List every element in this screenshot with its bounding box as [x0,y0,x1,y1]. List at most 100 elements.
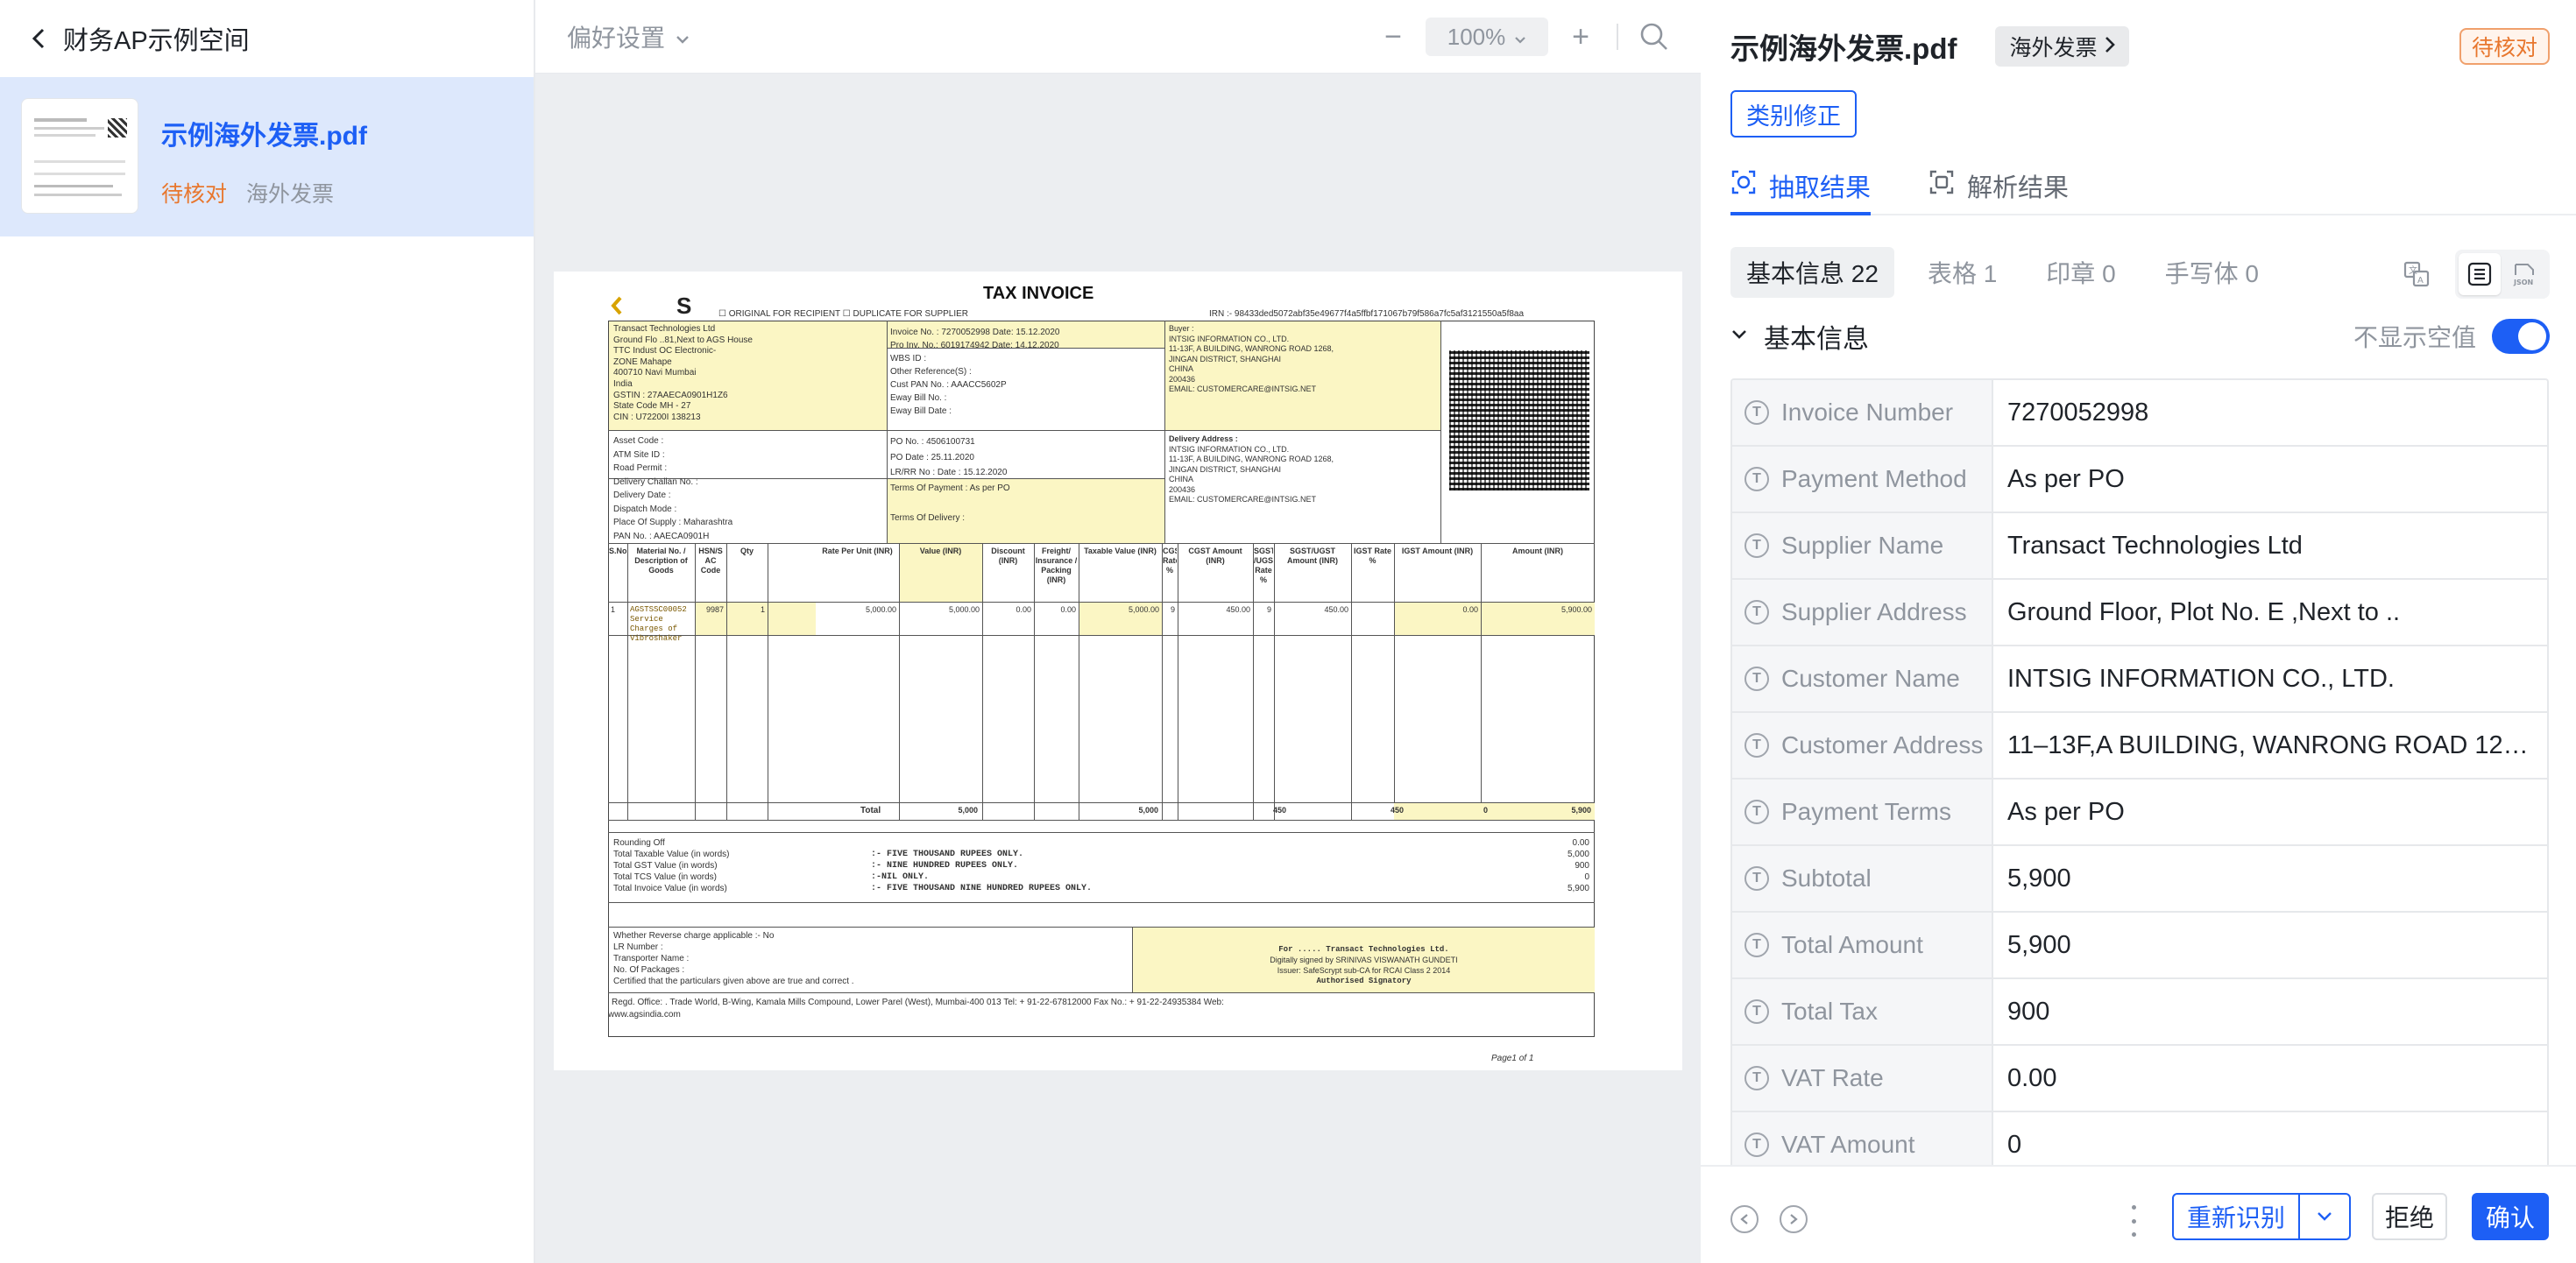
field-value-text[interactable]: 5,900 [2007,864,2071,893]
field-key-label: Supplier Address [1781,598,1967,625]
field-row[interactable]: T Customer Address 11–13F,A BUILDING, WANR… [1732,713,2547,780]
field-key-label: Payment Terms [1781,798,1951,825]
document-type-tag[interactable]: 海外发票 [1995,26,2129,67]
tab-parsing[interactable]: 解析结果 [1928,158,2069,214]
transport-block: Whether Reverse charge applicable :- No L… [613,931,854,986]
copy-options: ☐ ORIGINAL FOR RECIPIENT ☐ DUPLICATE FOR… [718,309,969,319]
chevron-left-icon[interactable] [28,28,49,49]
field-value[interactable]: 900 [1993,979,2547,1044]
field-value[interactable]: 11–13F,A BUILDING, WANRONG ROAD 1268,JIN… [1993,713,2547,778]
table-header-cell: CGST Rate % [1163,547,1177,575]
table-header-cell: Rate Per Unit (INR) [822,547,893,555]
field-value-text[interactable]: 900 [2007,998,2049,1027]
subtab-handwriting[interactable]: 手写体 0 [2149,247,2275,298]
next-icon[interactable] [1780,1205,1808,1233]
re-recognize-label[interactable]: 重新识别 [2174,1199,2298,1234]
preferences-dropdown[interactable]: 偏好设置 [567,19,690,54]
table-header-cell: Taxable Value (INR) [1084,547,1157,555]
tab-extraction[interactable]: 抽取结果 [1730,158,1872,215]
search-icon[interactable] [1639,22,1669,52]
field-value[interactable]: 0 [1993,1112,2547,1167]
field-value[interactable]: 0.00 [1993,1046,2547,1111]
field-value-text[interactable]: 5,900 [2007,931,2071,960]
tab-parsing-label[interactable]: 解析结果 [1967,167,2069,204]
delivery-block: Delivery Address : INTSIG INFORMATION CO.… [1169,434,1334,504]
parsing-icon [1928,169,1955,202]
tab-extraction-label[interactable]: 抽取结果 [1769,167,1871,204]
field-value[interactable]: As per PO [1993,447,2547,512]
workspace-name[interactable]: 财务AP示例空间 [63,20,250,57]
table-cell: 9 [1266,605,1271,614]
confirm-button[interactable]: 确认 [2472,1193,2549,1240]
list-view-icon[interactable] [2459,253,2501,295]
table-header-cell: IGST Amount (INR) [1401,547,1474,555]
field-row[interactable]: T VAT Rate 0.00 [1732,1046,2547,1112]
more-icon[interactable] [2128,1205,2139,1237]
zoom-out-button[interactable]: − [1378,22,1408,52]
field-row[interactable]: T Customer Name INTSIG INFORMATION CO., LT… [1732,646,2547,713]
zoom-in-button[interactable]: + [1566,22,1596,52]
summary-label: Total TCS Value (in words) [613,872,718,882]
document-type-label[interactable]: 海外发票 [2009,31,2097,62]
field-value[interactable]: Ground Floor, Plot No. E ,Next to .. [1993,580,2547,645]
text-type-icon: T [1744,667,1769,691]
table-cell: 9 [1170,605,1175,614]
field-value-text[interactable]: 0.00 [2007,1064,2056,1093]
subtab-basic-info[interactable]: 基本信息 22 [1730,247,1894,298]
field-value-text[interactable]: 11–13F,A BUILDING, WANRONG ROAD 1268,JIN… [2007,731,2533,760]
chevron-right-icon [2105,34,2115,60]
supplier-block: Transact Technologies Ltd Ground Flo ..81… [613,324,753,422]
subtab-stamps[interactable]: 印章 0 [2030,247,2131,298]
category-fix-button[interactable]: 类别修正 [1730,90,1857,138]
summary-value: 0.00 [1572,838,1589,848]
prev-icon[interactable] [1730,1205,1759,1233]
field-row[interactable]: T Subtotal 5,900 [1732,846,2547,913]
field-value-text[interactable]: As per PO [2007,798,2125,827]
chevron-down-icon[interactable] [2298,1195,2349,1238]
file-name[interactable]: 示例海外发票.pdf [161,114,367,152]
table-cell: 9987 [705,605,724,614]
basic-info-section-header[interactable]: 基本信息 不显示空值 [1730,315,2550,357]
json-view-icon[interactable]: JSON [2504,253,2546,295]
subtab-tables[interactable]: 表格 1 [1912,247,2013,298]
file-list-item[interactable]: 示例海外发票.pdf 待核对 海外发票 [0,77,534,236]
field-value[interactable]: Transact Technologies Ltd [1993,513,2547,578]
table-header-cell: CGST Amount (INR) [1188,547,1242,565]
field-value-text[interactable]: Ground Floor, Plot No. E ,Next to .. [2007,598,2400,627]
invoice-info-block: Invoice No. : 7270052998 Date: 15.12.202… [890,328,1060,416]
field-row[interactable]: T Invoice Number 7270052998 [1732,380,2547,447]
preferences-label[interactable]: 偏好设置 [567,19,665,54]
field-row[interactable]: T VAT Amount 0 [1732,1112,2547,1167]
field-row[interactable]: T Payment Terms As per PO [1732,780,2547,846]
zoom-select[interactable]: 100% [1426,18,1548,56]
hide-empty-switch[interactable] [2492,319,2550,354]
total-cgst: 450 [1272,806,1286,815]
invoice-page: S TAX INVOICE ☐ ORIGINAL FOR RECIPIENT ☐… [554,272,1682,1070]
field-value[interactable]: INTSIG INFORMATION CO., LTD. [1993,646,2547,711]
field-row[interactable]: T Supplier Address Ground Floor, Plot No. … [1732,580,2547,646]
field-value-text[interactable]: INTSIG INFORMATION CO., LTD. [2007,665,2395,694]
field-value[interactable]: 5,900 [1993,913,2547,977]
field-value-text[interactable]: 0 [2007,1131,2021,1160]
chevron-down-icon [676,23,690,51]
field-value[interactable]: As per PO [1993,780,2547,844]
field-key: T Customer Address [1732,713,1993,778]
reject-button[interactable]: 拒绝 [2372,1193,2447,1240]
field-row[interactable]: T Total Tax 900 [1732,979,2547,1046]
field-value[interactable]: 5,900 [1993,846,2547,911]
field-row[interactable]: T Payment Method As per PO [1732,447,2547,513]
field-value-text[interactable]: As per PO [2007,465,2125,494]
field-value[interactable]: 7270052998 [1993,380,2547,445]
signature-block: For ..... Transact Technologies Ltd. Digi… [1270,945,1458,985]
workspace-back[interactable]: 财务AP示例空间 [0,0,534,77]
re-recognize-button[interactable]: 重新识别 [2172,1193,2351,1240]
field-row[interactable]: T Total Amount 5,900 [1732,913,2547,979]
field-row[interactable]: T Supplier Name Transact Technologies Ltd [1732,513,2547,580]
field-value-text[interactable]: Transact Technologies Ltd [2007,532,2303,561]
field-value-text[interactable]: 7270052998 [2007,399,2148,427]
company-logo: S [611,293,691,319]
zoom-level: 100% [1447,23,1506,50]
translate-icon[interactable]: 文A [2396,253,2438,295]
chevron-down-icon[interactable] [1730,328,1748,345]
summary-label: Total GST Value (in words) [613,861,718,871]
